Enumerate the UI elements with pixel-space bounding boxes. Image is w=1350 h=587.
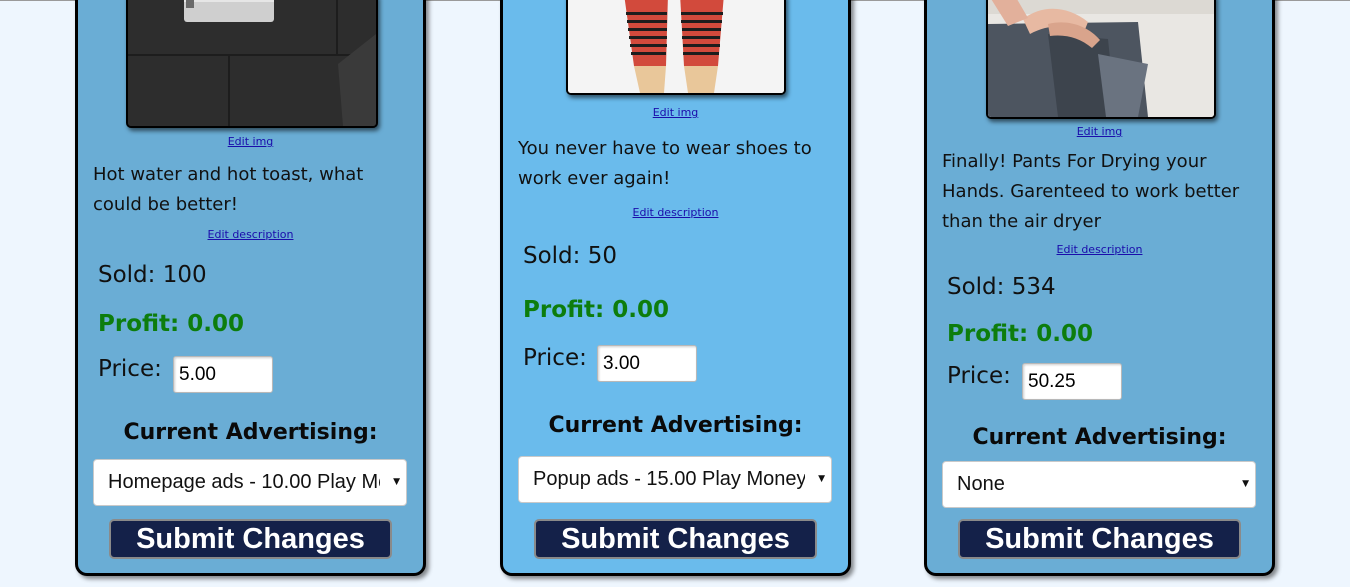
advertising-select[interactable]: None ▼: [942, 461, 1256, 508]
product-image-art: [988, 0, 1214, 117]
advertising-select[interactable]: Popup ads - 15.00 Play Money ▼: [518, 456, 832, 503]
product-description: Finally! Pants For Drying your Hands. Ga…: [942, 151, 1240, 232]
edit-description-link[interactable]: Edit description: [927, 243, 1272, 256]
chevron-down-icon: ▼: [1242, 479, 1249, 489]
submit-changes-button[interactable]: Submit Changes: [109, 519, 392, 559]
sold-count: Sold: 100: [98, 262, 207, 288]
chevron-down-icon: ▼: [393, 477, 400, 487]
price-label: Price:: [523, 345, 587, 371]
product-image: [566, 0, 786, 95]
profit-value: Profit: 0.00: [523, 297, 669, 323]
submit-changes-button[interactable]: Submit Changes: [534, 519, 817, 559]
price-input[interactable]: [173, 356, 273, 393]
sold-count: Sold: 50: [523, 243, 617, 269]
edit-img-link[interactable]: Edit img: [78, 135, 423, 148]
product-image-art: [568, 0, 784, 93]
advertising-selected-value: None: [957, 473, 1005, 495]
edit-img-link[interactable]: Edit img: [927, 125, 1272, 138]
advertising-selected-value: Popup ads - 15.00 Play Money: [533, 468, 805, 490]
price-label: Price:: [98, 356, 162, 382]
product-description: You never have to wear shoes to work eve…: [518, 138, 812, 189]
product-image: [126, 0, 378, 128]
price-input[interactable]: [1022, 363, 1122, 400]
advertising-label: Current Advertising:: [972, 425, 1227, 450]
profit-value: Profit: 0.00: [947, 321, 1093, 347]
edit-img-link[interactable]: Edit img: [503, 106, 848, 119]
product-image-art: [128, 0, 376, 126]
advertising-label: Current Advertising:: [548, 413, 803, 438]
product-card: Edit img You never have to wear shoes to…: [500, 0, 851, 576]
advertising-select[interactable]: Homepage ads - 10.00 Play Money ▼: [93, 459, 407, 506]
edit-description-link[interactable]: Edit description: [503, 206, 848, 219]
advertising-label: Current Advertising:: [123, 420, 378, 445]
advertising-selected-value: Homepage ads - 10.00 Play Money: [108, 471, 380, 493]
edit-description-link[interactable]: Edit description: [78, 228, 423, 241]
sold-count: Sold: 534: [947, 274, 1056, 300]
chevron-down-icon: ▼: [818, 474, 825, 484]
product-image: [986, 0, 1216, 119]
profit-value: Profit: 0.00: [98, 311, 244, 337]
price-label: Price:: [947, 363, 1011, 389]
product-card: Edit img Hot water and hot toast, what c…: [75, 0, 426, 576]
product-description: Hot water and hot toast, what could be b…: [93, 164, 364, 215]
price-input[interactable]: [597, 345, 697, 382]
submit-changes-button[interactable]: Submit Changes: [958, 519, 1241, 559]
product-card: Edit img Finally! Pants For Drying your …: [924, 0, 1275, 576]
